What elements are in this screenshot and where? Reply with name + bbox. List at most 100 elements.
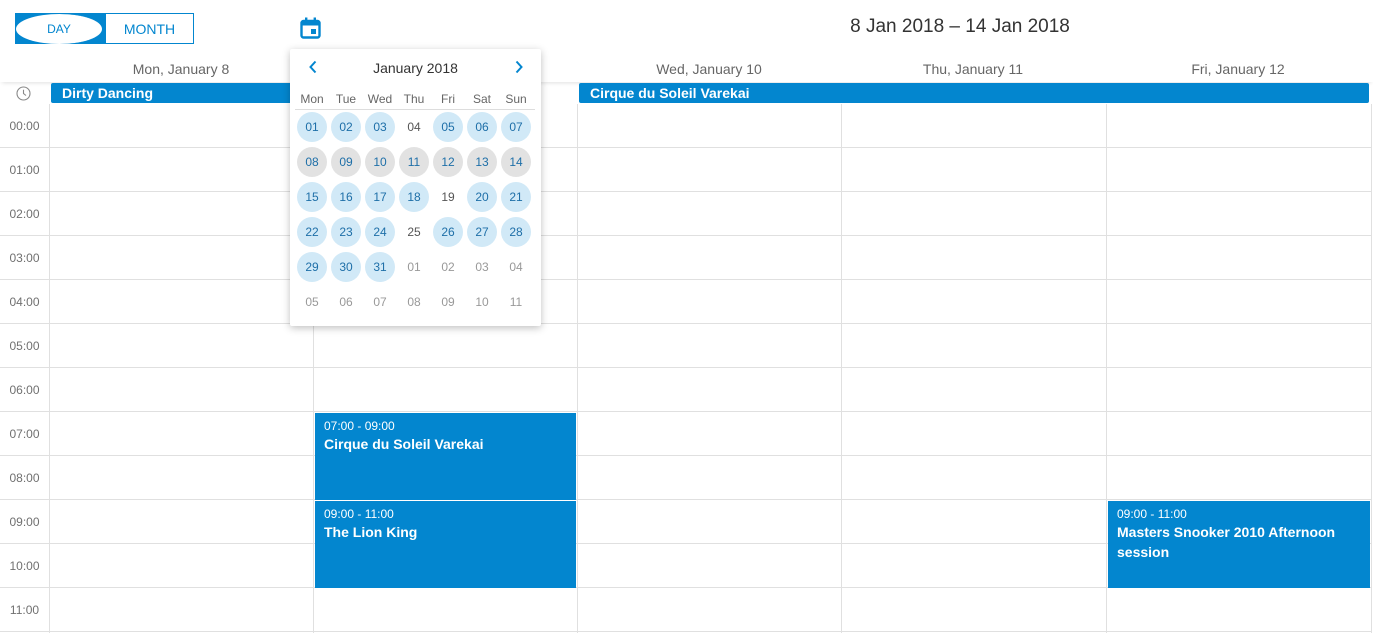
date-cell[interactable]: 07 — [365, 287, 395, 317]
date-cell[interactable]: 29 — [297, 252, 327, 282]
date-cell[interactable]: 22 — [297, 217, 327, 247]
time-slot[interactable] — [578, 588, 841, 632]
time-slot[interactable] — [578, 324, 841, 368]
date-cell[interactable]: 25 — [399, 217, 429, 247]
chevron-left-icon[interactable] — [303, 57, 323, 77]
time-slot[interactable] — [842, 500, 1106, 544]
date-cell[interactable]: 27 — [467, 217, 497, 247]
time-slot[interactable] — [1107, 280, 1371, 324]
date-cell[interactable]: 23 — [331, 217, 361, 247]
time-slot[interactable] — [842, 236, 1106, 280]
date-cell[interactable]: 12 — [433, 147, 463, 177]
date-cell[interactable]: 02 — [331, 112, 361, 142]
time-slot[interactable] — [1107, 456, 1371, 500]
time-slot[interactable] — [50, 104, 313, 148]
time-slot[interactable] — [1107, 104, 1371, 148]
date-cell[interactable]: 21 — [501, 182, 531, 212]
date-cell[interactable]: 15 — [297, 182, 327, 212]
calendar-event[interactable]: 09:00 - 11:00 Masters Snooker 2010 Aftern… — [1108, 501, 1370, 588]
time-slot[interactable] — [842, 368, 1106, 412]
time-slot[interactable] — [50, 368, 313, 412]
date-cell[interactable]: 24 — [365, 217, 395, 247]
time-slot[interactable] — [50, 236, 313, 280]
time-slot[interactable] — [578, 412, 841, 456]
date-cell[interactable]: 02 — [433, 252, 463, 282]
date-cell[interactable]: 05 — [297, 287, 327, 317]
date-cell[interactable]: 01 — [399, 252, 429, 282]
date-cell[interactable]: 11 — [399, 147, 429, 177]
calendar-event[interactable]: 07:00 - 09:00 Cirque du Soleil Varekai — [315, 413, 576, 500]
time-slot[interactable] — [50, 588, 313, 632]
date-cell[interactable]: 16 — [331, 182, 361, 212]
date-cell[interactable]: 14 — [501, 147, 531, 177]
calendar-icon[interactable] — [300, 17, 321, 39]
time-slot[interactable] — [842, 104, 1106, 148]
date-cell[interactable]: 05 — [433, 112, 463, 142]
date-cell[interactable]: 30 — [331, 252, 361, 282]
chevron-right-icon[interactable] — [509, 57, 529, 77]
date-cell[interactable]: 04 — [399, 112, 429, 142]
date-cell[interactable]: 06 — [467, 112, 497, 142]
time-slot[interactable] — [50, 544, 313, 588]
time-slot[interactable] — [578, 368, 841, 412]
time-slot[interactable] — [1107, 148, 1371, 192]
time-slot[interactable] — [1107, 236, 1371, 280]
time-slot[interactable] — [50, 412, 313, 456]
time-slot[interactable] — [578, 148, 841, 192]
time-slot[interactable] — [314, 368, 577, 412]
time-slot[interactable] — [1107, 368, 1371, 412]
all-day-event[interactable]: Cirque du Soleil Varekai — [579, 83, 1369, 103]
time-slot[interactable] — [1107, 192, 1371, 236]
time-slot[interactable] — [50, 192, 313, 236]
date-cell[interactable]: 10 — [365, 147, 395, 177]
date-cell[interactable]: 10 — [467, 287, 497, 317]
time-slot[interactable] — [578, 104, 841, 148]
time-slot[interactable] — [842, 192, 1106, 236]
day-view-button[interactable]: DAY — [16, 14, 103, 44]
date-cell[interactable]: 09 — [331, 147, 361, 177]
date-cell[interactable]: 31 — [365, 252, 395, 282]
date-cell[interactable]: 19 — [433, 182, 463, 212]
time-slot[interactable] — [578, 192, 841, 236]
time-slot[interactable] — [1107, 588, 1371, 632]
time-slot[interactable] — [50, 500, 313, 544]
time-slot[interactable] — [842, 324, 1106, 368]
calendar-event[interactable]: 09:00 - 11:00 The Lion King — [315, 501, 576, 588]
date-cell[interactable]: 11 — [501, 287, 531, 317]
time-slot[interactable] — [842, 280, 1106, 324]
date-cell[interactable]: 08 — [297, 147, 327, 177]
date-cell[interactable]: 01 — [297, 112, 327, 142]
date-cell[interactable]: 09 — [433, 287, 463, 317]
time-slot[interactable] — [578, 500, 841, 544]
time-slot[interactable] — [1107, 412, 1371, 456]
time-slot[interactable] — [50, 280, 313, 324]
date-cell[interactable]: 17 — [365, 182, 395, 212]
time-slot[interactable] — [578, 456, 841, 500]
date-cell[interactable]: 20 — [467, 182, 497, 212]
date-cell[interactable]: 08 — [399, 287, 429, 317]
date-cell[interactable]: 06 — [331, 287, 361, 317]
time-slot[interactable] — [50, 148, 313, 192]
time-slot[interactable] — [50, 324, 313, 368]
time-slot[interactable] — [842, 412, 1106, 456]
date-cell[interactable]: 04 — [501, 252, 531, 282]
time-slot[interactable] — [842, 148, 1106, 192]
date-cell[interactable]: 07 — [501, 112, 531, 142]
date-cell[interactable]: 13 — [467, 147, 497, 177]
time-slot[interactable] — [50, 456, 313, 500]
time-slot[interactable] — [578, 236, 841, 280]
date-cell[interactable]: 26 — [433, 217, 463, 247]
month-view-button[interactable]: MONTH — [105, 14, 193, 43]
time-slot[interactable] — [842, 456, 1106, 500]
time-slot[interactable] — [1107, 324, 1371, 368]
time-slot[interactable] — [578, 544, 841, 588]
date-cell[interactable]: 28 — [501, 217, 531, 247]
time-slot[interactable] — [842, 544, 1106, 588]
date-cell[interactable]: 18 — [399, 182, 429, 212]
time-slot[interactable] — [842, 588, 1106, 632]
time-slot[interactable] — [578, 280, 841, 324]
all-day-event[interactable]: Dirty Dancing — [51, 83, 313, 103]
date-cell[interactable]: 03 — [365, 112, 395, 142]
date-cell[interactable]: 03 — [467, 252, 497, 282]
time-slot[interactable] — [314, 588, 577, 632]
